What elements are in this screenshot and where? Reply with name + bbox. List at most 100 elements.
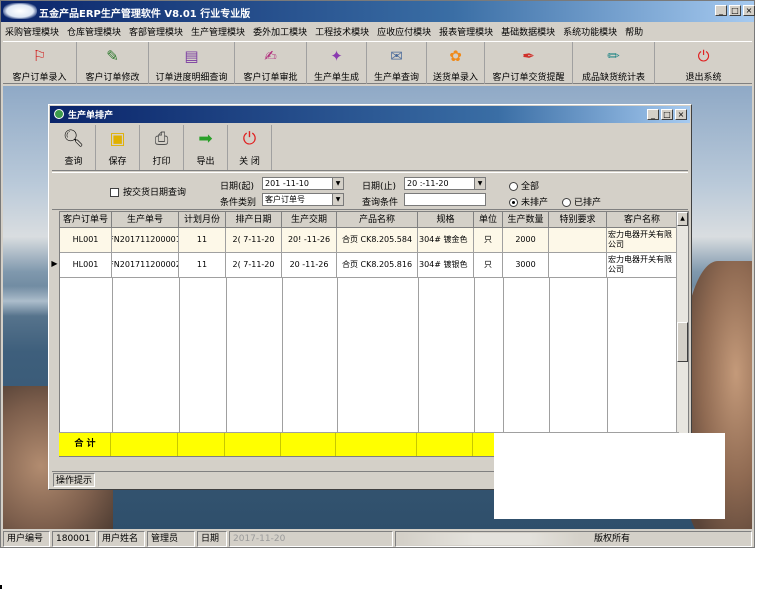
date-label: 日期 xyxy=(197,531,227,547)
close-window-button[interactable]: ⏻ 关 闭 xyxy=(228,125,272,170)
chevron-down-icon[interactable]: ▼ xyxy=(474,178,485,189)
condition-type-select[interactable]: 客户订单号 ▼ xyxy=(262,193,344,206)
date-start-picker[interactable]: 201 -11-10 ▼ xyxy=(262,177,344,190)
table-row[interactable]: HL001 FN201711200002 11 2( 7-11-20 20 -1… xyxy=(60,253,688,278)
user-name-label: 用户姓名 xyxy=(98,531,145,547)
app-title: 五金产品ERP生产管理软件 V8.01 行业专业版 xyxy=(39,9,251,20)
cell-plan-month[interactable]: 11 xyxy=(179,228,226,252)
cell-customer-order-no[interactable]: HL001 xyxy=(60,253,112,277)
cell-quantity[interactable]: 2000 xyxy=(503,228,549,252)
menu-help[interactable]: 帮助 xyxy=(625,25,643,38)
cell-product-name[interactable]: 合页 CK8.205.816 xyxy=(337,253,418,277)
sum-cell xyxy=(225,433,281,456)
header-spec[interactable]: 规格 xyxy=(418,212,474,228)
menu-engineering[interactable]: 工程技术模块 xyxy=(315,25,369,38)
radio-scheduled-label: 已排产 xyxy=(574,198,602,208)
table-row[interactable]: HL001 FN201711200001 11 2( 7-11-20 20! -… xyxy=(60,228,688,253)
scroll-up-arrow-icon[interactable]: ▲ xyxy=(677,212,688,226)
operation-tip-label: 操作提示 xyxy=(53,473,95,487)
floppy-disk-icon: ▣ xyxy=(109,129,126,149)
export-button[interactable]: ➡ 导出 xyxy=(184,125,228,170)
tool-exit[interactable]: ⏻ 退出系统 xyxy=(655,42,752,84)
menu-reports[interactable]: 报表管理模块 xyxy=(439,25,493,38)
child-minimize-button[interactable]: _ xyxy=(647,109,659,120)
cell-special-requirement[interactable] xyxy=(549,253,607,277)
tool-delivery-entry[interactable]: ✿ 送货单录入 xyxy=(427,42,485,84)
tool-order-approve[interactable]: ✍ 客户订单审批 xyxy=(235,42,307,84)
header-schedule-date[interactable]: 排产日期 xyxy=(226,212,282,228)
menu-system[interactable]: 系统功能模块 xyxy=(563,25,617,38)
menu-outsourcing[interactable]: 委外加工模块 xyxy=(253,25,307,38)
query-button[interactable]: 🔍︎ 查询 xyxy=(52,125,96,170)
header-unit[interactable]: 单位 xyxy=(474,212,503,228)
cell-unit[interactable]: 只 xyxy=(474,253,503,277)
production-grid[interactable]: 客户订单号 生产单号 计划月份 排产日期 生产交期 产品名称 规格 单位 生产数… xyxy=(59,211,689,457)
header-product-name[interactable]: 产品名称 xyxy=(337,212,418,228)
cell-quantity[interactable]: 3000 xyxy=(503,253,549,277)
header-customer-order-no[interactable]: 客户订单号 xyxy=(60,212,112,228)
radio-scheduled[interactable]: 已排产 xyxy=(562,195,601,208)
chevron-down-icon[interactable]: ▼ xyxy=(332,178,343,189)
minimize-button[interactable]: _ xyxy=(715,5,727,16)
header-production-no[interactable]: 生产单号 xyxy=(112,212,179,228)
date-end-picker[interactable]: 20 :-11-20 ▼ xyxy=(404,177,486,190)
sum-cell xyxy=(281,433,336,456)
cell-spec[interactable]: 304# 镀银色 xyxy=(418,253,474,277)
query-condition-input[interactable] xyxy=(404,193,486,206)
cell-product-name[interactable]: 合页 CK8.205.584 xyxy=(337,228,418,252)
maximize-button[interactable]: □ xyxy=(729,5,741,16)
menu-customer[interactable]: 客部管理模块 xyxy=(129,25,183,38)
cell-production-no[interactable]: FN201711200001 xyxy=(112,228,179,252)
child-maximize-button[interactable]: □ xyxy=(661,109,673,120)
menu-receivables[interactable]: 应收应付模块 xyxy=(377,25,431,38)
query-document-icon: ▤ xyxy=(184,47,199,65)
menu-basic-data[interactable]: 基础数据模块 xyxy=(501,25,555,38)
tool-production-generate[interactable]: ✦ 生产单生成 xyxy=(307,42,367,84)
tool-shortage-stats[interactable]: ✏ 成品缺货统计表 xyxy=(573,42,655,84)
cell-schedule-date[interactable]: 2( 7-11-20 xyxy=(226,253,282,277)
tool-order-edit[interactable]: ✎ 客户订单修改 xyxy=(77,42,149,84)
radio-circle xyxy=(562,198,571,207)
header-delivery-date[interactable]: 生产交期 xyxy=(282,212,337,228)
radio-unscheduled[interactable]: 未排产 xyxy=(509,195,548,208)
arrow-right-icon: ➡ xyxy=(198,129,213,149)
header-plan-month[interactable]: 计划月份 xyxy=(179,212,226,228)
close-button[interactable]: × xyxy=(743,5,755,16)
cell-special-requirement[interactable] xyxy=(549,228,607,252)
cell-delivery-date[interactable]: 20 -11-26 xyxy=(282,253,337,277)
delivery-date-checkbox[interactable]: 按交货日期查询 xyxy=(110,185,186,198)
cell-delivery-date[interactable]: 20! -11-26 xyxy=(282,228,337,252)
tool-delivery-reminder[interactable]: ✒ 客户订单交货提醒 xyxy=(485,42,573,84)
tool-label: 客户订单交货提醒 xyxy=(492,73,565,83)
radio-all[interactable]: 全部 xyxy=(509,179,539,192)
print-label: 打印 xyxy=(152,157,171,167)
print-button[interactable]: ⎙ 打印 xyxy=(140,125,184,170)
cell-customer-name[interactable]: 宏力电器开关有限公司 xyxy=(607,228,678,252)
cell-spec[interactable]: 304# 镀金色 xyxy=(418,228,474,252)
header-quantity[interactable]: 生产数量 xyxy=(503,212,549,228)
cell-unit[interactable]: 只 xyxy=(474,228,503,252)
menu-production[interactable]: 生产管理模块 xyxy=(191,25,245,38)
chevron-down-icon[interactable]: ▼ xyxy=(332,194,343,205)
cell-production-no[interactable]: FN201711200002 xyxy=(112,253,179,277)
menu-warehouse[interactable]: 仓库管理模块 xyxy=(67,25,121,38)
cell-customer-order-no[interactable]: HL001 xyxy=(60,228,112,252)
grid-vertical-scrollbar[interactable]: ▲ xyxy=(676,212,688,456)
save-button[interactable]: ▣ 保存 xyxy=(96,125,140,170)
save-label: 保存 xyxy=(108,157,127,167)
current-row-indicator: ▶ xyxy=(51,259,58,268)
cell-customer-name[interactable]: 宏力电器开关有限公司 xyxy=(607,253,678,277)
tool-production-query[interactable]: ✉ 生产单查询 xyxy=(367,42,427,84)
header-special-requirement[interactable]: 特别要求 xyxy=(549,212,607,228)
query-condition-label: 查询条件 xyxy=(362,198,399,208)
header-customer-name[interactable]: 客户名称 xyxy=(607,212,678,228)
scroll-thumb[interactable] xyxy=(677,322,688,362)
tool-progress-query[interactable]: ▤ 订单进度明细查询 xyxy=(149,42,235,84)
cell-schedule-date[interactable]: 2( 7-11-20 xyxy=(226,228,282,252)
app-title-bar[interactable]: 五金产品ERP生产管理软件 V8.01 行业专业版 _ □ × xyxy=(1,1,755,22)
tool-order-entry[interactable]: ⚐ 客户订单录入 xyxy=(3,42,77,84)
child-close-button[interactable]: × xyxy=(675,109,687,120)
menu-purchase[interactable]: 采购管理模块 xyxy=(5,25,59,38)
child-title-bar[interactable]: 生产单排产 _ □ × xyxy=(50,106,690,123)
cell-plan-month[interactable]: 11 xyxy=(179,253,226,277)
